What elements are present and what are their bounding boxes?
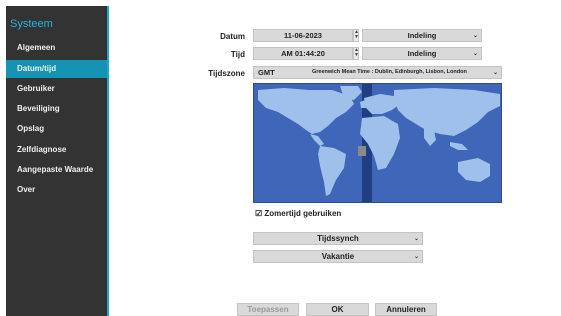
- continents: [258, 86, 500, 196]
- timezone-name: Greenwich Mean Time : Dublin, Edinburgh,…: [312, 69, 467, 75]
- cancel-button[interactable]: Annuleren: [375, 303, 437, 316]
- dst-label: Zomertijd gebruiken: [264, 209, 342, 218]
- timezone-map[interactable]: [253, 83, 502, 203]
- time-field[interactable]: AM 01:44:20: [253, 47, 353, 60]
- sidebar-item-over[interactable]: Over: [6, 181, 107, 199]
- timezone-code: GMT: [258, 68, 275, 77]
- date-label: Datum: [220, 32, 245, 41]
- chevron-down-icon: ⌄: [472, 51, 478, 57]
- time-sync-button[interactable]: Tijdssynch ⌄: [253, 232, 423, 245]
- sidebar-title: Systeem: [10, 18, 53, 30]
- sidebar-item-opslag[interactable]: Opslag: [6, 120, 107, 138]
- time-sync-label: Tijdssynch: [317, 234, 359, 243]
- sidebar-item-beveiliging[interactable]: Beveiliging: [6, 100, 107, 118]
- sidebar-item-algemeen[interactable]: Algemeen: [6, 39, 107, 57]
- timezone-dropdown[interactable]: GMT Greenwich Mean Time : Dublin, Edinbu…: [253, 66, 502, 79]
- apply-button[interactable]: Toepassen: [237, 303, 299, 316]
- time-spinner[interactable]: ▲ ▼: [353, 47, 359, 60]
- chevron-down-icon: ⌄: [472, 33, 478, 39]
- chevron-down-icon: ⌄: [413, 254, 419, 260]
- sidebar-item-datum-tijd[interactable]: Datum/tijd: [6, 60, 107, 78]
- timezone-label: Tijdszone: [208, 69, 245, 78]
- dst-checkbox[interactable]: ☑ Zomertijd gebruiken: [255, 209, 341, 218]
- sidebar-item-zelfdiagnose[interactable]: Zelfdiagnose: [6, 141, 107, 159]
- spin-down-icon[interactable]: ▼: [354, 53, 359, 58]
- chevron-down-icon: ⌄: [492, 70, 498, 76]
- sidebar-item-gebruiker[interactable]: Gebruiker: [6, 80, 107, 98]
- date-format-label: Indeling: [407, 31, 437, 40]
- date-field[interactable]: 11-06-2023: [253, 29, 353, 42]
- time-format-dropdown[interactable]: Indeling ⌄: [362, 47, 482, 60]
- sidebar-divider: [107, 6, 109, 316]
- holiday-label: Vakantie: [321, 252, 355, 261]
- world-map-icon: [258, 84, 500, 202]
- sidebar-item-aangepaste-waarde[interactable]: Aangepaste Waarde: [6, 161, 107, 179]
- time-format-label: Indeling: [407, 49, 437, 58]
- date-format-dropdown[interactable]: Indeling ⌄: [362, 29, 482, 42]
- selected-region: [358, 146, 366, 156]
- checkbox-checked-icon[interactable]: ☑: [255, 209, 262, 218]
- ok-button[interactable]: OK: [306, 303, 369, 316]
- date-spinner[interactable]: ▲ ▼: [353, 29, 359, 42]
- spin-down-icon[interactable]: ▼: [354, 35, 359, 40]
- time-label: Tijd: [230, 50, 245, 59]
- holiday-button[interactable]: Vakantie ⌄: [253, 250, 423, 263]
- chevron-down-icon: ⌄: [413, 236, 419, 242]
